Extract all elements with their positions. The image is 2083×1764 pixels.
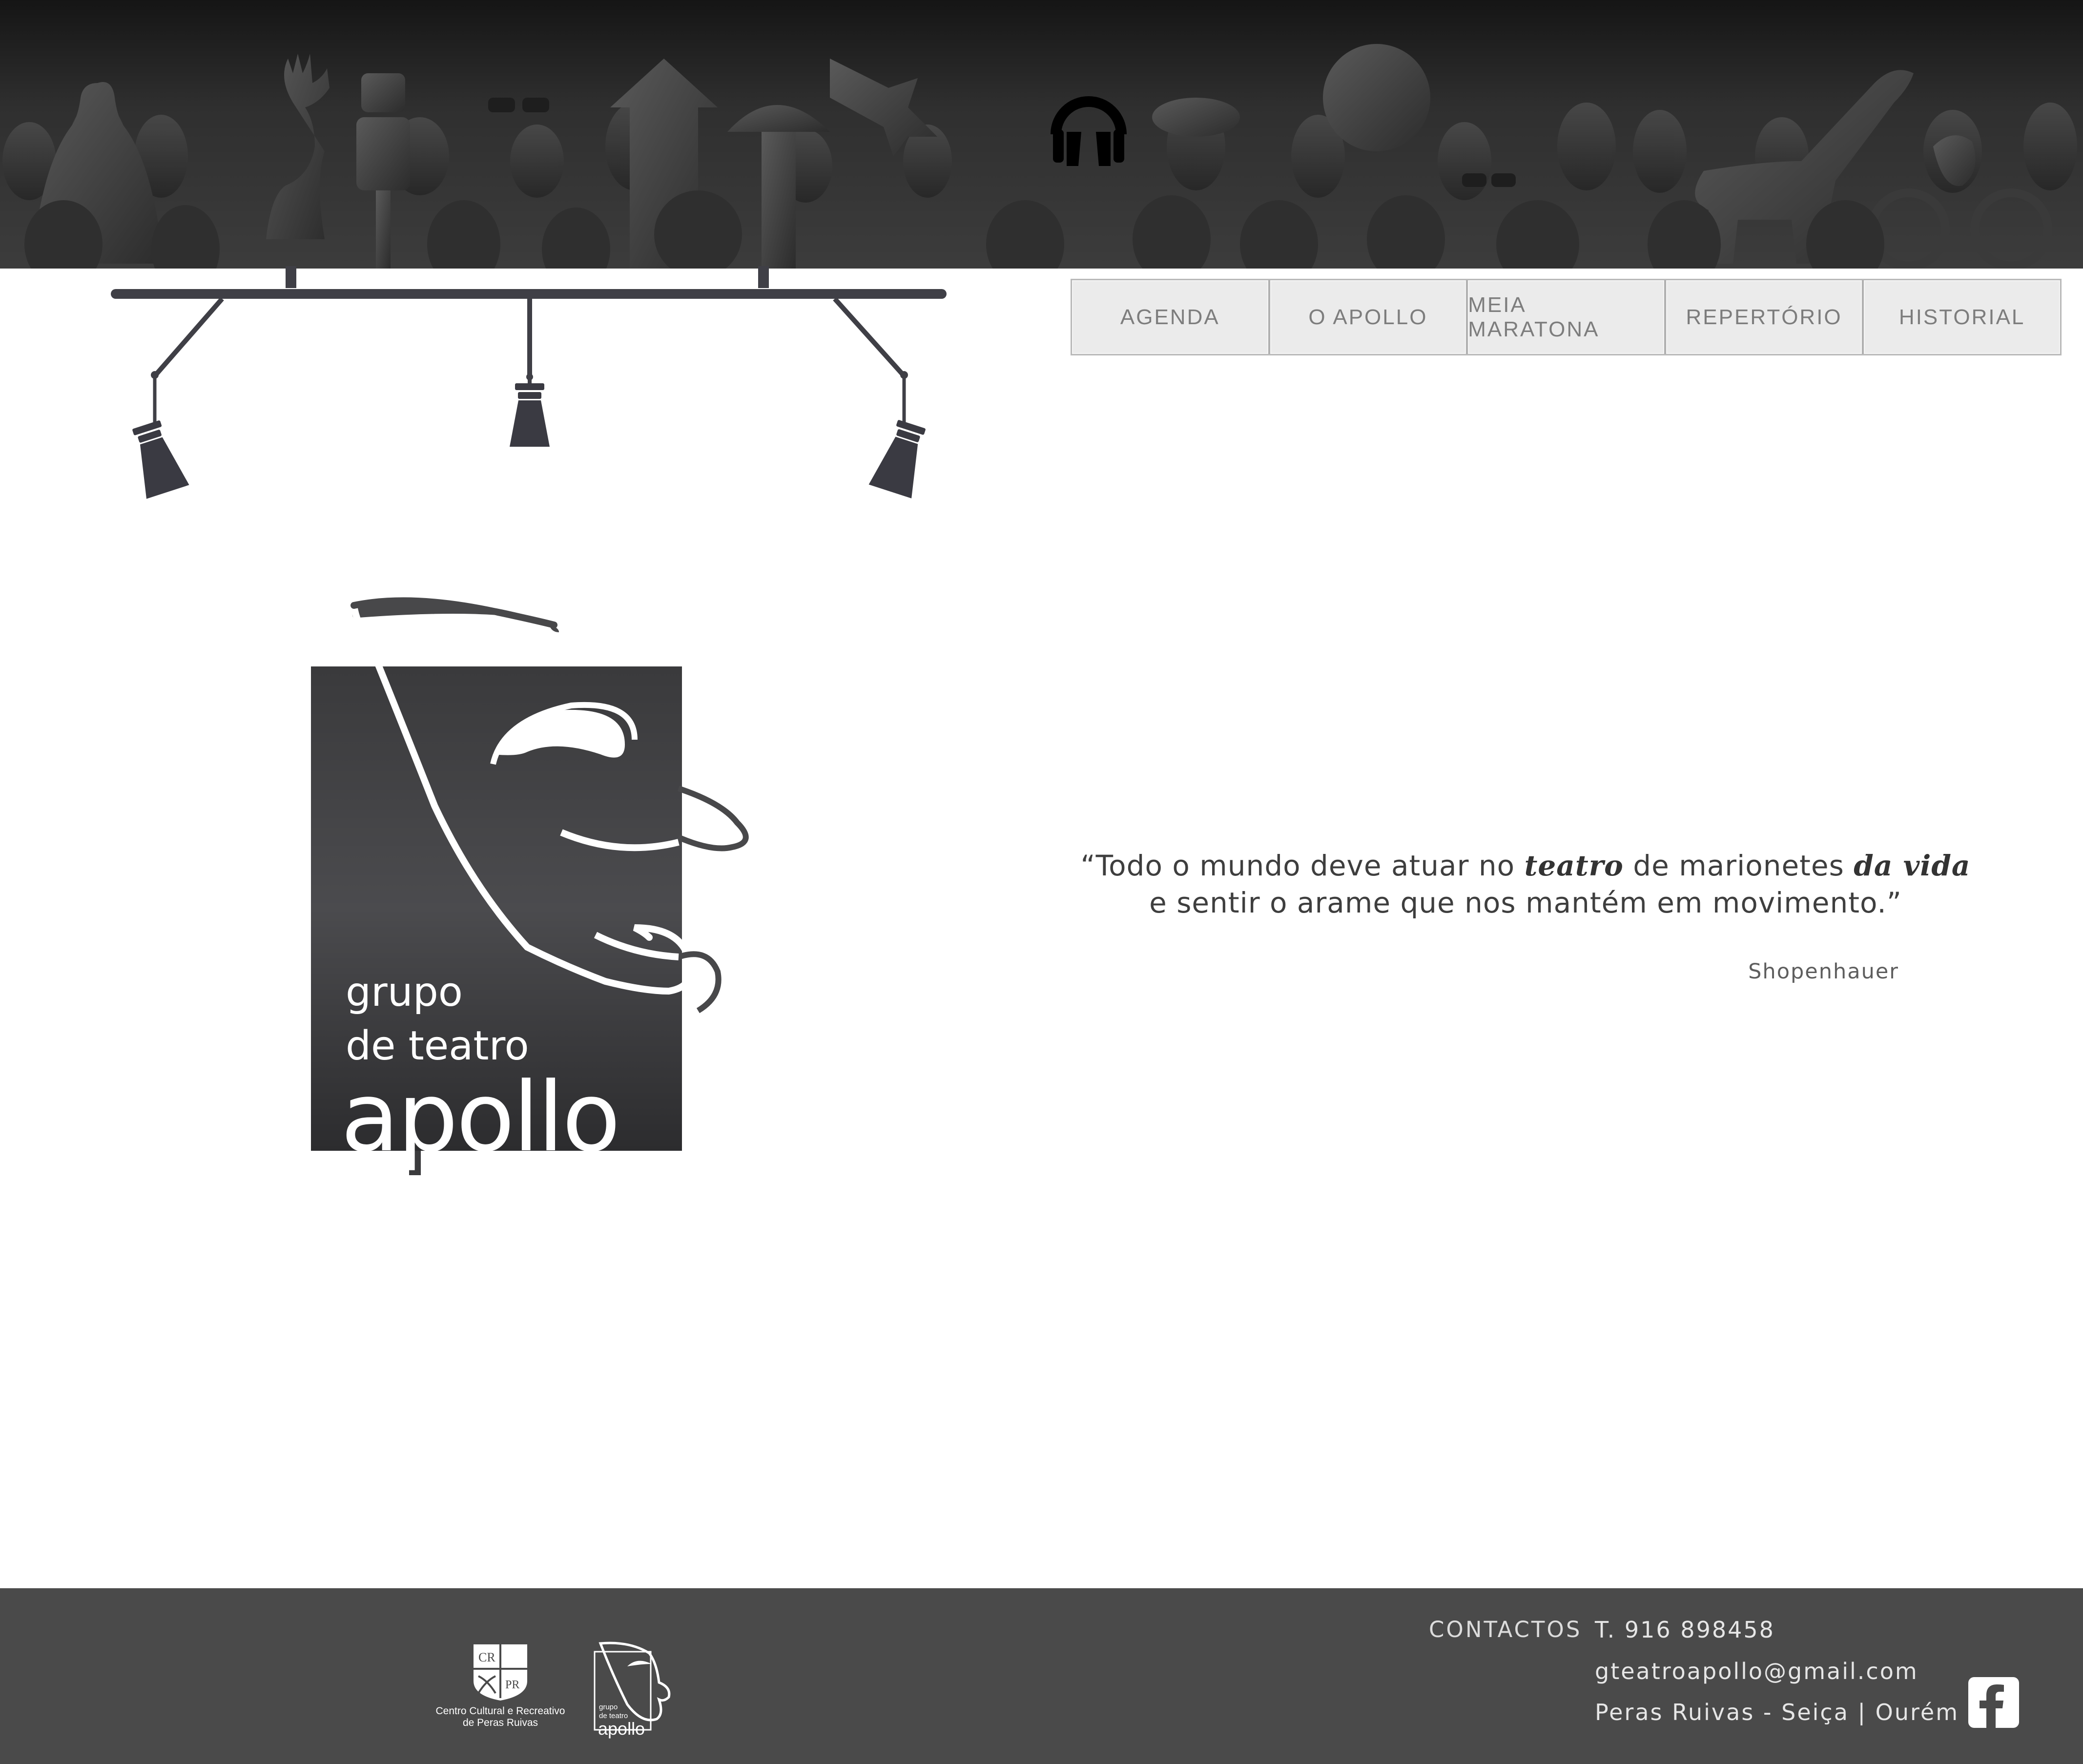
quote-line-2: e sentir o arame que nos mantém em movim… [1149, 886, 1902, 919]
contact-email[interactable]: gteatroapollo@gmail.com [1595, 1658, 1918, 1684]
ccr-badge-text-br: PR [505, 1679, 519, 1691]
contact-phone[interactable]: T. 916 898458 [1595, 1617, 1775, 1643]
header-banner [0, 0, 2083, 269]
footer-apollo-text-apollo: apollo [598, 1719, 645, 1739]
quote-emphasis-da-vida: da vida [1854, 849, 1971, 882]
stage-lights-rig [111, 266, 947, 499]
ccr-logo[interactable]: CR PR Centro Cultural e Recreativo de Pe… [430, 1639, 571, 1737]
logo-text-apollo: apollo [341, 1062, 620, 1173]
facebook-icon[interactable] [1968, 1677, 2019, 1728]
nav-item-repertorio[interactable]: REPERTÓRIO [1664, 280, 1862, 354]
featured-quote: “Todo o mundo deve atuar no teatro de ma… [1050, 847, 2001, 921]
footer-apollo-text-grupo: grupo [599, 1703, 618, 1711]
silhouette-crowd-illustration [2, 44, 2077, 269]
ccr-crest-icon: CR PR [474, 1644, 527, 1701]
stage-light-center [510, 383, 550, 447]
footer: CR PR Centro Cultural e Recreativo de Pe… [0, 1588, 2083, 1764]
nav-item-agenda[interactable]: AGENDA [1072, 280, 1268, 354]
stage-light-right [868, 420, 926, 498]
quote-emphasis-teatro: teatro [1524, 849, 1624, 882]
main-nav: AGENDA O APOLLO MEIA MARATONA REPERTÓRIO… [1071, 279, 2062, 355]
footer-apollo-logo[interactable]: grupo de teatro apollo [593, 1639, 671, 1742]
logo-text-grupo: grupo [346, 969, 463, 1016]
quote-line-1: “Todo o mundo deve atuar no teatro de ma… [1080, 849, 1971, 882]
ccr-badge-text-tl: CR [478, 1650, 495, 1664]
contact-address: Peras Ruivas - Seiça | Ourém [1595, 1699, 1959, 1725]
nav-item-o-apollo[interactable]: O APOLLO [1268, 280, 1466, 354]
stage-light-left [132, 420, 189, 499]
nav-item-historial[interactable]: HISTORIAL [1862, 280, 2060, 354]
quote-author: Shopenhauer [1748, 959, 1899, 984]
apollo-logo: grupo de teatro apollo [303, 593, 791, 1179]
contacts-label: CONTACTOS [1429, 1617, 1582, 1642]
ccr-name: Centro Cultural e Recreativo de Peras Ru… [435, 1705, 565, 1728]
headphones-icon[interactable] [1047, 83, 1130, 168]
nav-item-meia-maratona[interactable]: MEIA MARATONA [1466, 280, 1664, 354]
